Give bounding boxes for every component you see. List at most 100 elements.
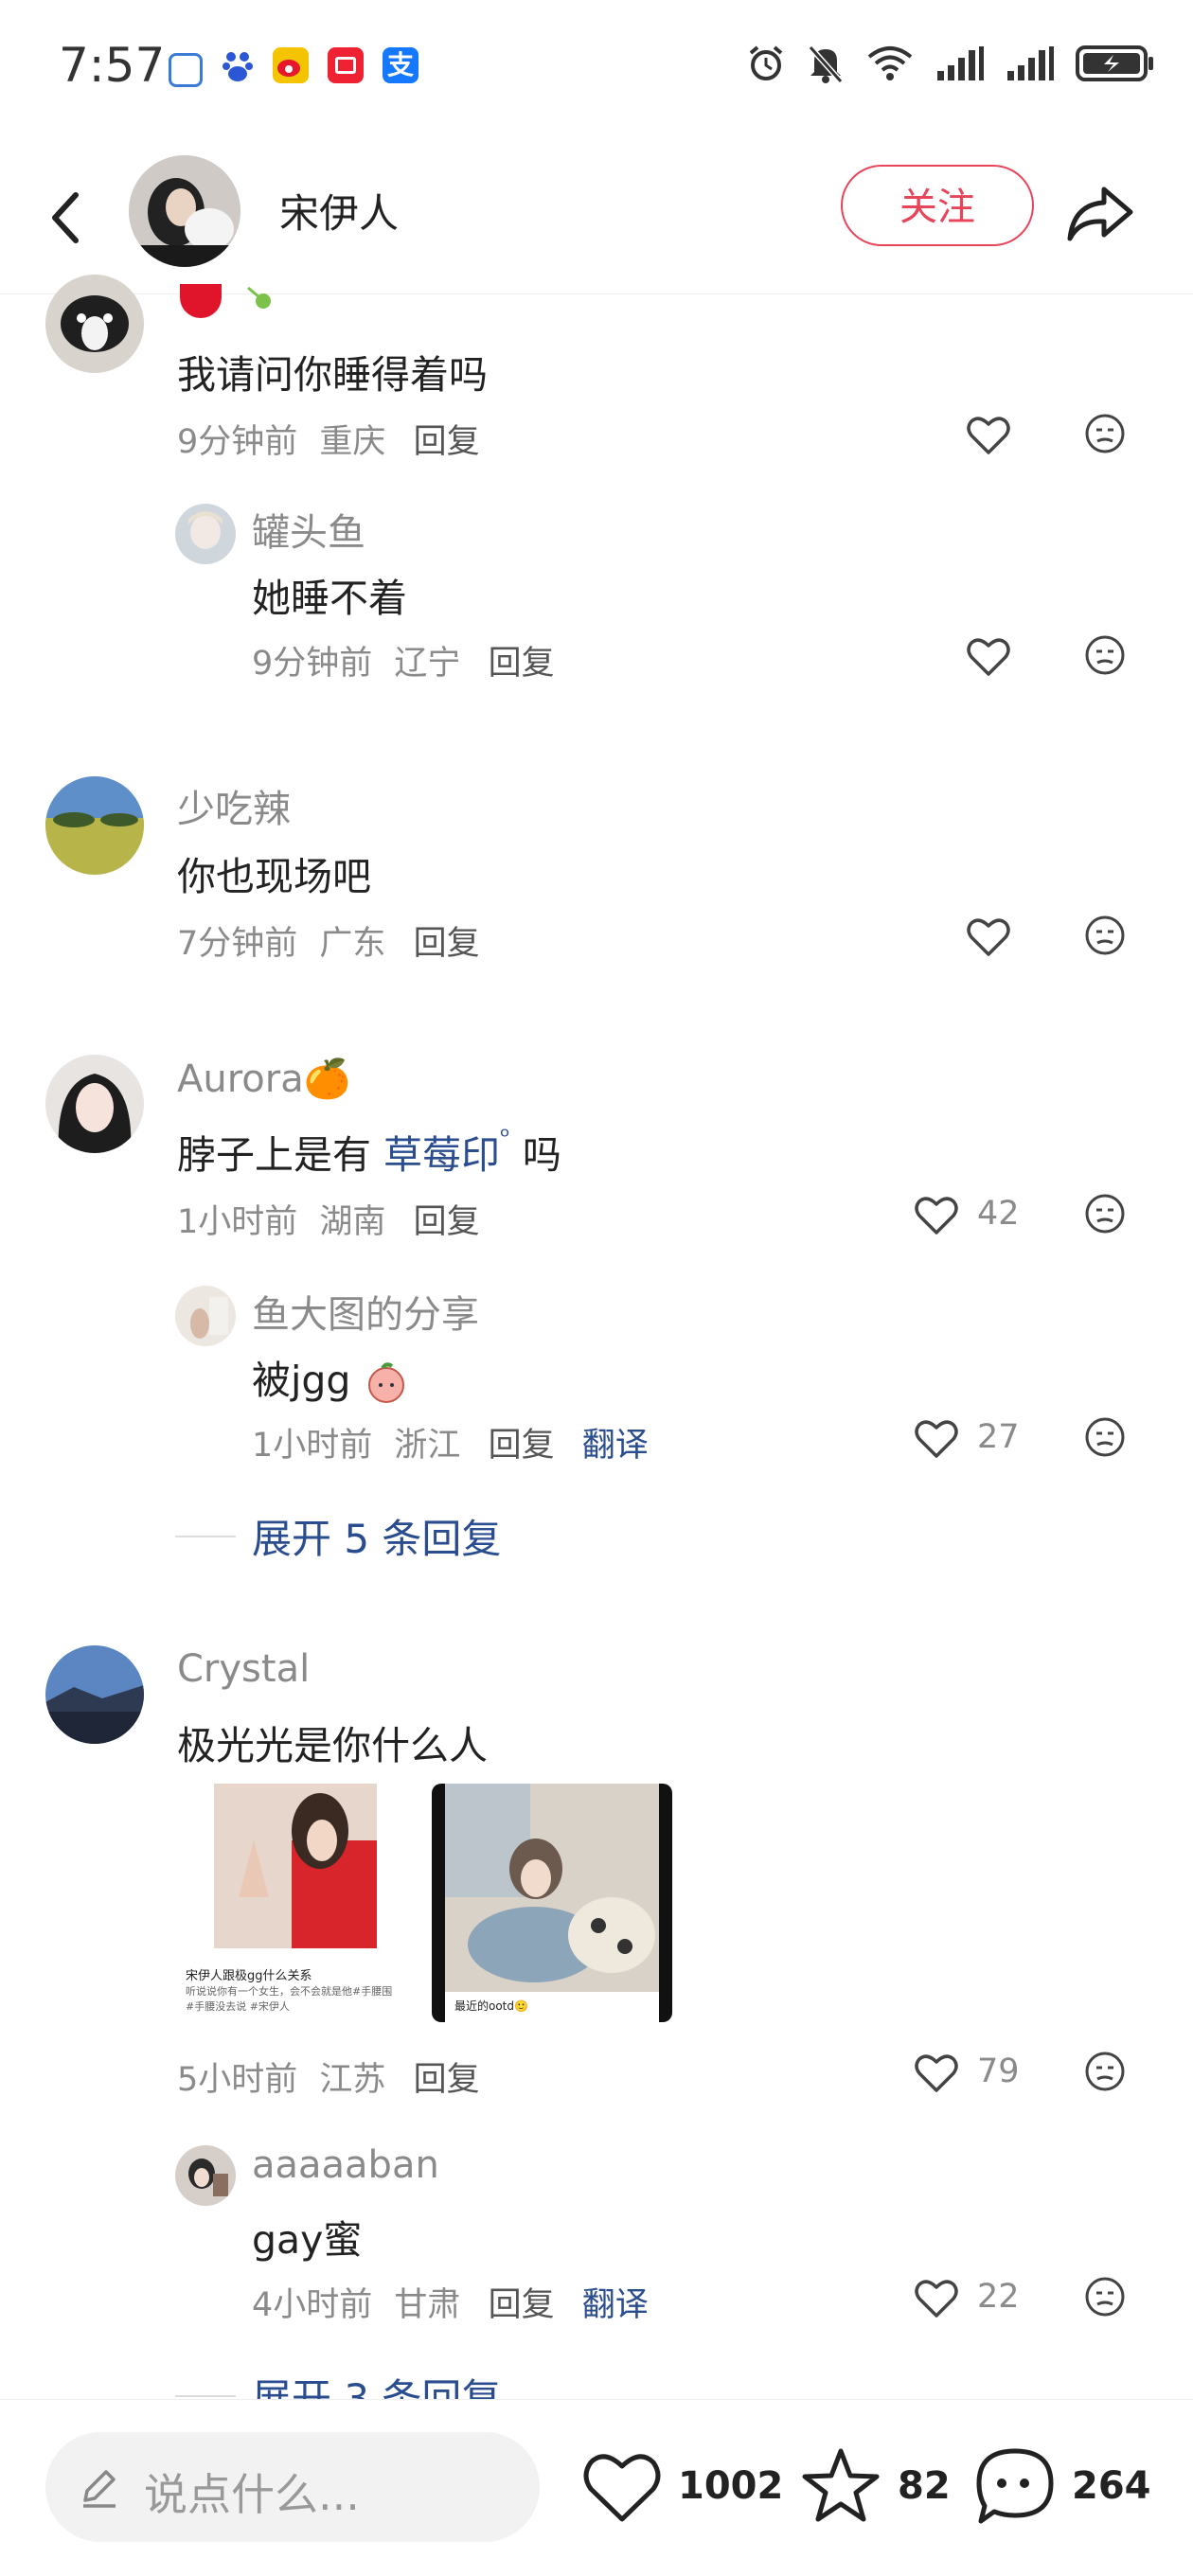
emoji-apple-icon (180, 284, 222, 318)
expand-divider (175, 2395, 236, 2397)
battery-icon (1076, 45, 1153, 81)
like-count: 27 (977, 1418, 1020, 1456)
author-avatar[interactable] (129, 155, 240, 267)
reply-avatar[interactable] (175, 2145, 236, 2206)
top-bar: 宋伊人 关注 (0, 142, 1193, 294)
reply-time: 9分钟前 (252, 645, 373, 683)
favorites-count: 82 (898, 2464, 951, 2508)
commenter-avatar[interactable] (45, 1645, 144, 1744)
comment-username[interactable]: 少吃辣 (177, 778, 291, 833)
reply-username[interactable]: aaaaaban (252, 2143, 439, 2187)
like-icon[interactable] (966, 413, 1011, 456)
translate-button[interactable]: 翻译 (582, 1427, 649, 1465)
calendar-icon (169, 53, 203, 87)
like-icon[interactable] (966, 915, 1011, 958)
dislike-icon[interactable] (1084, 2276, 1126, 2318)
author-name[interactable]: 宋伊人 (279, 182, 399, 240)
dislike-icon[interactable] (1084, 1416, 1126, 1458)
comment-text-suffix: 吗 (509, 1132, 561, 1178)
follow-button[interactable]: 关注 (841, 165, 1034, 246)
comment-time: 1小时前 (177, 1203, 298, 1241)
comment-username[interactable]: Crystal (177, 1647, 310, 1691)
like-icon[interactable] (914, 2051, 959, 2094)
bottom-bar: 说点什么... 1002 82 264 (0, 2399, 1193, 2576)
reply-button[interactable]: 回复 (414, 423, 480, 461)
reply-button[interactable]: 回复 (414, 2061, 480, 2099)
reply-username[interactable]: 鱼大图的分享 (252, 1284, 479, 1339)
comment-time: 5小时前 (177, 2061, 298, 2099)
alarm-icon (749, 45, 783, 80)
comment-username[interactable]: Aurora🍊 (177, 1057, 351, 1101)
image-caption-body: 听说说你有一个女生，会不会就是他#手腰围 #手腰没去说 #宋伊人 (186, 1985, 393, 2013)
reply-button[interactable]: 回复 (414, 1203, 480, 1241)
comment-input-placeholder: 说点什么... (144, 2469, 360, 2520)
comment-text: 极光光是你什么人 (177, 1723, 488, 1768)
peach-emoji-icon (364, 1360, 409, 1406)
reply-username[interactable]: 罐头鱼 (252, 502, 365, 557)
system-icons (746, 44, 1155, 83)
status-time: 7:57 (59, 38, 166, 93)
comment-meta: 7分钟前 广东 回复 (177, 916, 480, 965)
pencil-icon (83, 2470, 116, 2508)
dislike-icon[interactable] (1084, 915, 1126, 956)
commenter-avatar[interactable] (45, 776, 144, 875)
like-count: 42 (977, 1195, 1020, 1233)
comment-text: 脖子上是有 草莓印ᵒ 吗 (177, 1123, 561, 1180)
comment-image[interactable]: 最近的ootd🙂 (432, 1784, 672, 2022)
reply-meta: 9分钟前 辽宁 回复 (252, 636, 555, 684)
reply-button[interactable]: 回复 (489, 645, 555, 683)
search-icon[interactable]: ᵒ (500, 1123, 510, 1151)
comment-meta: 9分钟前 重庆 回复 (177, 415, 480, 463)
dislike-icon[interactable] (1084, 2051, 1126, 2092)
like-icon[interactable] (966, 634, 1011, 678)
mute-icon (808, 45, 844, 83)
comment-meta: 5小时前 江苏 回复 (177, 2052, 480, 2101)
comment-text: 我请问你睡得着吗 (177, 352, 488, 398)
share-icon[interactable] (1062, 176, 1138, 252)
comment-meta: 1小时前 湖南 回复 (177, 1195, 480, 1243)
comment-input[interactable]: 说点什么... (45, 2432, 540, 2542)
reply-button[interactable]: 回复 (414, 925, 480, 963)
dislike-icon[interactable] (1084, 413, 1126, 454)
reply-location: 甘肃 (394, 2286, 461, 2324)
comment-text: 你也现场吧 (177, 854, 371, 899)
reply-text: gay蜜 (252, 2217, 363, 2263)
reply-meta: 1小时前 浙江 回复 翻译 (252, 1418, 649, 1466)
reply-text: 她睡不着 (252, 576, 407, 621)
reply-location: 浙江 (394, 1427, 461, 1465)
comment-location: 重庆 (319, 423, 386, 461)
reply-button[interactable]: 回复 (489, 1427, 555, 1465)
reply-time: 1小时前 (252, 1427, 373, 1465)
reply-avatar[interactable] (175, 1286, 236, 1346)
comments-count: 264 (1072, 2464, 1151, 2508)
expand-divider (175, 1536, 236, 1537)
like-icon[interactable] (914, 1193, 959, 1236)
commenter-avatar[interactable] (45, 275, 144, 373)
signal-icon (937, 46, 984, 80)
weibo-icon (273, 47, 309, 83)
like-icon[interactable] (914, 2276, 959, 2319)
dislike-icon[interactable] (1084, 1193, 1126, 1235)
signal-icon (1007, 46, 1054, 80)
comment-bubble-icon[interactable] (973, 2445, 1057, 2527)
commenter-avatar[interactable] (45, 1055, 144, 1153)
heart-icon[interactable] (581, 2449, 663, 2525)
emoji-candy-icon (244, 284, 273, 312)
reply-avatar[interactable] (175, 504, 236, 564)
expand-replies-button[interactable]: 展开 5 条回复 (252, 1507, 501, 1565)
baidu-icon (220, 47, 256, 83)
like-icon[interactable] (914, 1416, 959, 1460)
wifi-icon (867, 46, 913, 80)
reply-button[interactable]: 回复 (489, 2286, 555, 2324)
translate-button[interactable]: 翻译 (582, 2286, 649, 2324)
comment-location: 湖南 (319, 1203, 386, 1241)
reply-time: 4小时前 (252, 2286, 373, 2324)
topic-link[interactable]: 草莓印 (383, 1132, 500, 1178)
alipay-icon: 支 (383, 47, 418, 83)
app-red-icon (328, 47, 364, 83)
comment-image[interactable]: 宋伊人跟极gg什么关系 听说说你有一个女生，会不会就是他#手腰围 #手腰没去说 … (178, 1784, 398, 2028)
star-icon[interactable] (801, 2445, 881, 2525)
dislike-icon[interactable] (1084, 634, 1126, 676)
likes-count: 1002 (678, 2464, 784, 2508)
back-arrow-icon[interactable] (38, 180, 95, 256)
